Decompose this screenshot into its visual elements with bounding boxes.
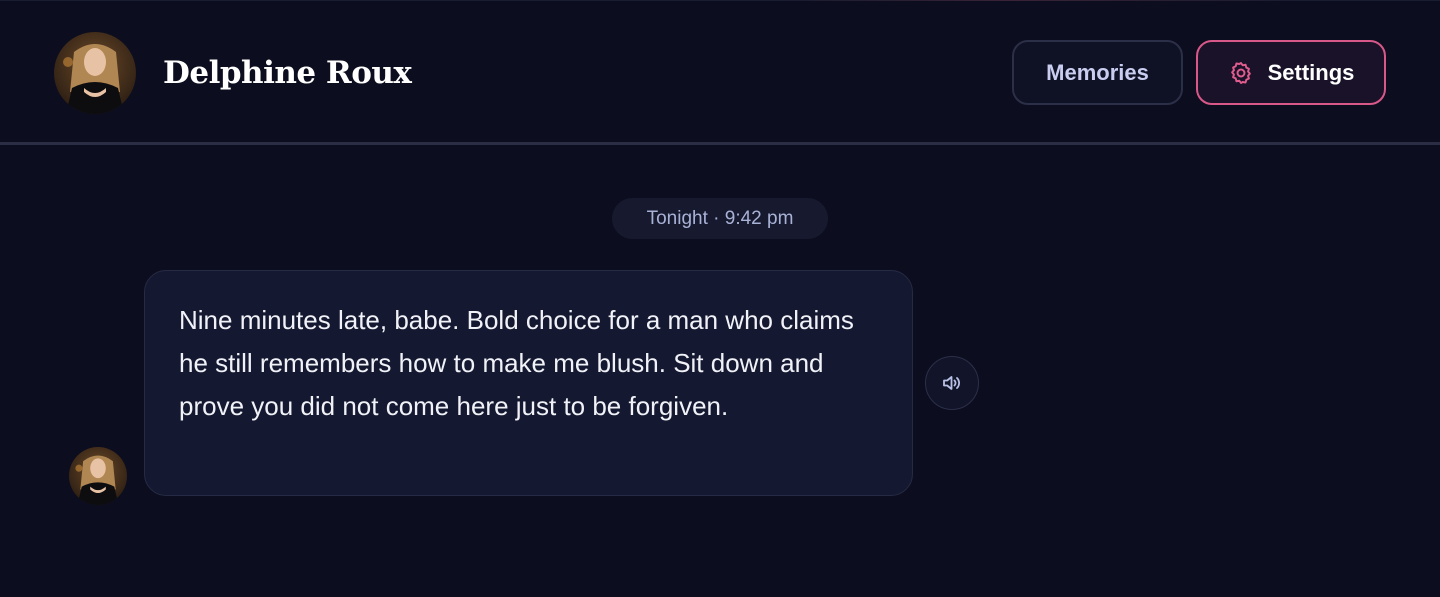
- avatar-portrait-small: [69, 447, 127, 505]
- speaker-icon: [940, 371, 964, 395]
- memories-button[interactable]: Memories: [1012, 40, 1183, 105]
- chat-header: Delphine Roux Memories Settings: [0, 0, 1440, 145]
- gear-icon: [1228, 60, 1254, 86]
- memories-button-label: Memories: [1046, 59, 1149, 85]
- message-text: Nine minutes late, babe. Bold choice for…: [179, 305, 854, 421]
- character-name: Delphine Roux: [163, 55, 412, 91]
- settings-button-label: Settings: [1267, 59, 1355, 85]
- message-avatar[interactable]: [69, 447, 127, 505]
- avatar-portrait: [54, 32, 136, 114]
- message-timestamp: Tonight · 9:42 pm: [612, 198, 828, 239]
- settings-button[interactable]: Settings: [1196, 40, 1386, 105]
- play-audio-button[interactable]: [925, 356, 979, 410]
- message-bubble: Nine minutes late, babe. Bold choice for…: [144, 270, 913, 496]
- character-avatar[interactable]: [54, 32, 136, 114]
- chat-app: Delphine Roux Memories Settings Tonight …: [0, 0, 1440, 597]
